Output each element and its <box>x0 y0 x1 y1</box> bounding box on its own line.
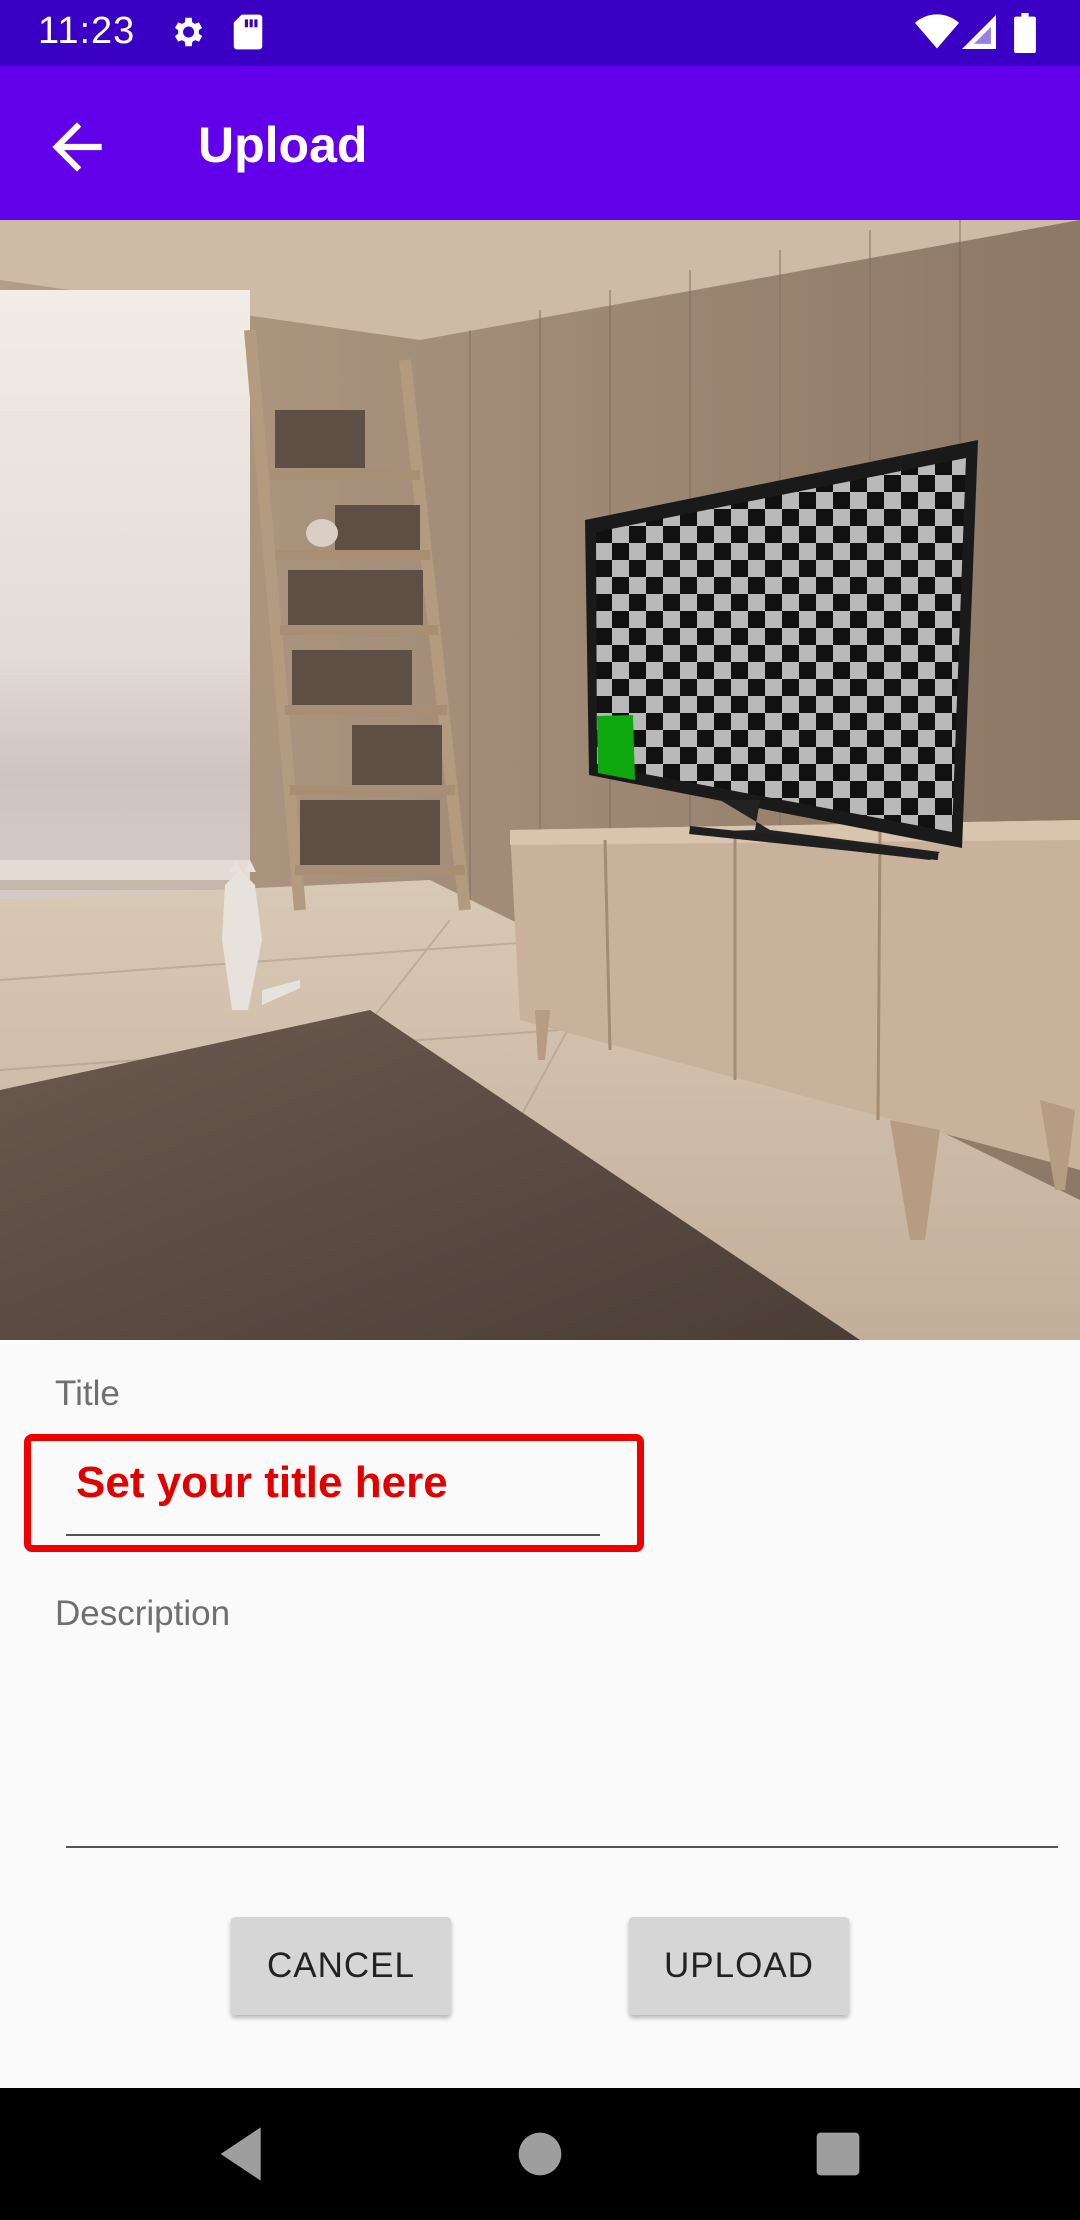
title-label: Title <box>55 1374 120 1413</box>
home-circle-icon <box>518 2132 562 2176</box>
back-button[interactable] <box>40 110 114 184</box>
description-input-underline <box>66 1846 1058 1848</box>
wifi-icon <box>915 13 959 56</box>
description-label: Description <box>55 1594 231 1633</box>
back-triangle-icon <box>220 2127 261 2181</box>
sd-card-icon <box>230 13 266 56</box>
upload-button[interactable]: UPLOAD <box>629 1917 849 2015</box>
navigation-bar <box>0 2088 1080 2220</box>
app-bar: Upload <box>0 66 1080 220</box>
status-bar: 11:23 <box>0 0 1080 66</box>
nav-recents-button[interactable] <box>806 2122 870 2186</box>
recents-square-icon <box>816 2132 860 2176</box>
description-input[interactable] <box>66 1652 1058 1848</box>
preview-image <box>0 220 1080 1340</box>
battery-icon <box>1014 13 1036 58</box>
nav-home-button[interactable] <box>508 2122 572 2186</box>
status-time: 11:23 <box>38 10 136 52</box>
signal-icon <box>962 13 996 56</box>
title-highlight-box <box>24 1434 644 1552</box>
settings-icon <box>168 13 206 56</box>
page-title: Upload <box>198 117 368 173</box>
arrow-back-icon <box>52 122 102 172</box>
nav-back-button[interactable] <box>210 2122 274 2186</box>
cancel-button[interactable]: CANCEL <box>231 1917 451 2015</box>
